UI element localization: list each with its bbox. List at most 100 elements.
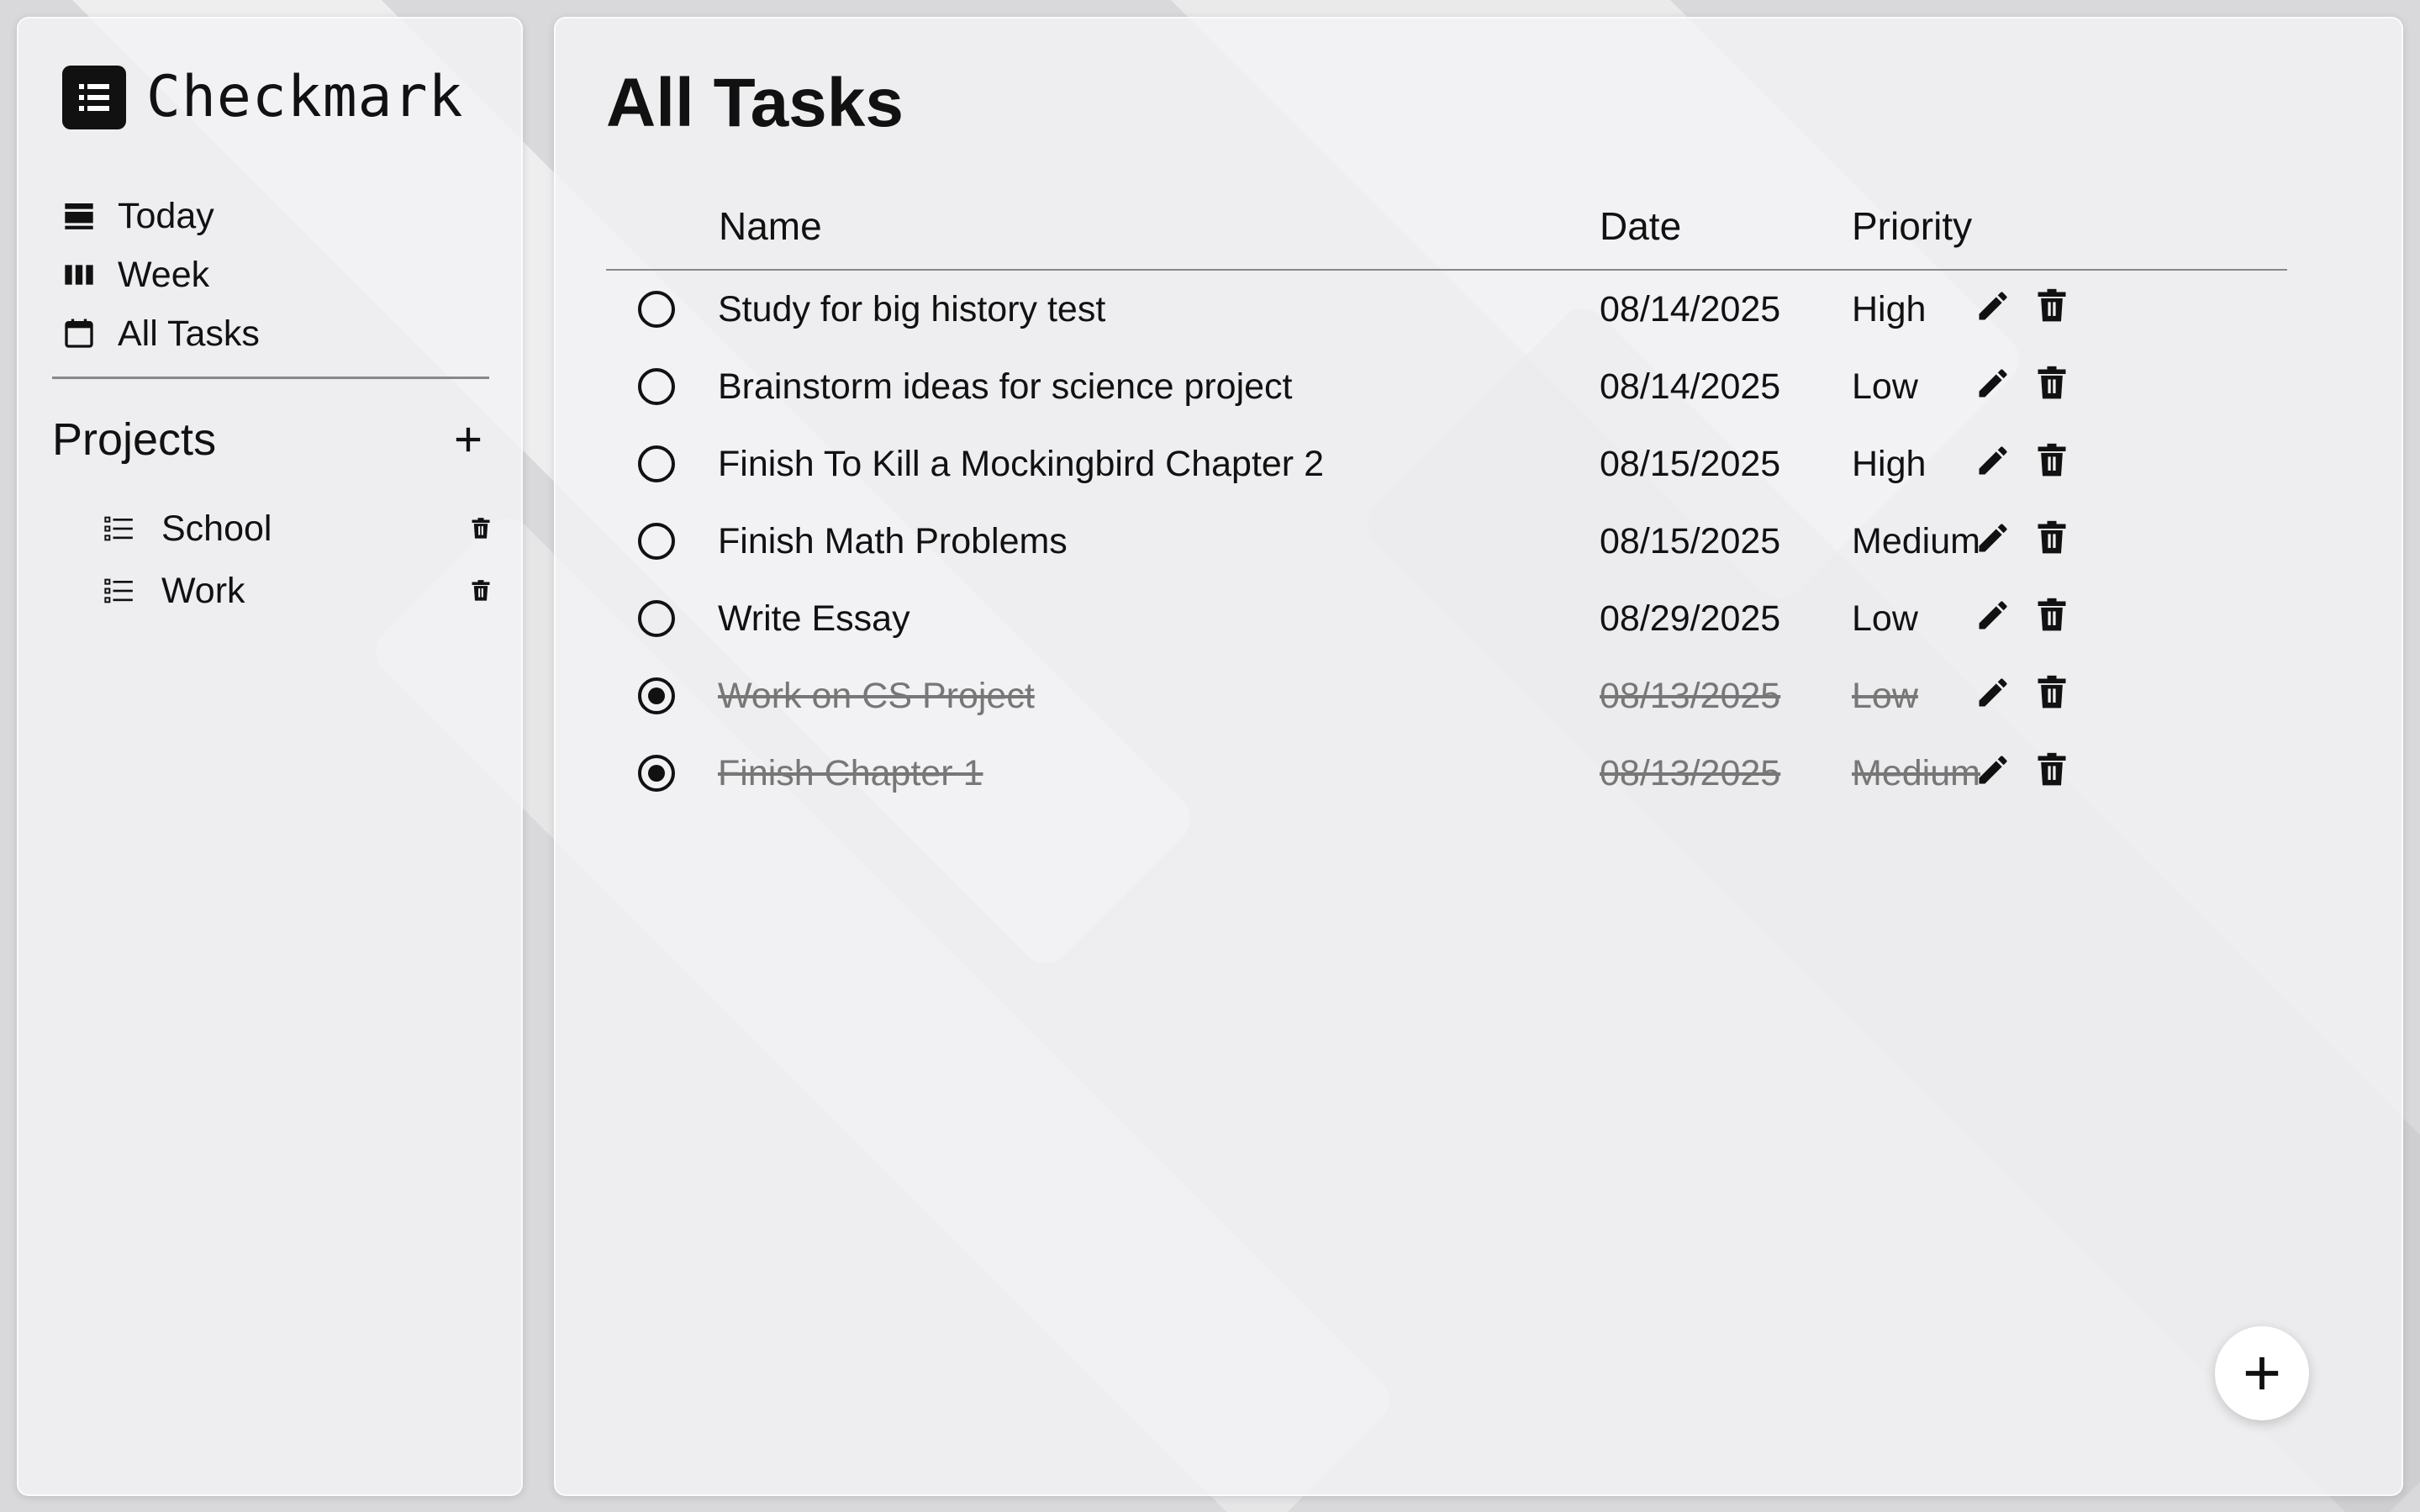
table-header: Name Date Priority xyxy=(606,187,2287,271)
delete-task-button[interactable] xyxy=(2030,672,2074,716)
trash-icon xyxy=(2033,287,2070,329)
nav-item-today[interactable]: Today xyxy=(62,187,508,245)
delete-project-button[interactable] xyxy=(464,574,498,608)
project-item-work[interactable]: Work xyxy=(103,560,498,622)
edit-task-button[interactable] xyxy=(1971,363,2015,407)
task-priority: Low xyxy=(1852,598,1918,639)
task-complete-radio[interactable] xyxy=(638,677,675,714)
task-name: Write Essay xyxy=(718,598,910,639)
table-row: Finish To Kill a Mockingbird Chapter 2 08… xyxy=(606,425,2287,503)
task-date: 08/15/2025 xyxy=(1600,521,1781,561)
main-panel: All Tasks Name Date Priority Study for b… xyxy=(554,17,2403,1496)
task-complete-radio[interactable] xyxy=(638,445,675,482)
delete-project-button[interactable] xyxy=(464,512,498,545)
delete-task-button[interactable] xyxy=(2030,595,2074,639)
plus-icon xyxy=(2245,1357,2279,1390)
calendar-icon xyxy=(62,317,96,350)
nav-label: Today xyxy=(118,195,214,236)
list-icon xyxy=(103,512,136,545)
edit-task-button[interactable] xyxy=(1971,595,2015,639)
projects-title: Projects xyxy=(52,414,217,465)
task-priority: Low xyxy=(1852,676,1918,716)
column-header-priority[interactable]: Priority xyxy=(1852,203,1972,249)
column-header-date[interactable]: Date xyxy=(1600,203,1681,249)
task-complete-radio[interactable] xyxy=(638,368,675,405)
projects-header: Projects xyxy=(52,414,489,466)
trash-icon xyxy=(2033,597,2070,638)
project-label: School xyxy=(161,508,272,549)
table-row: Finish Chapter 1 08/13/2025 Medium xyxy=(606,735,2287,812)
task-priority: Medium xyxy=(1852,753,1980,793)
task-priority: Medium xyxy=(1852,521,1980,561)
task-complete-radio[interactable] xyxy=(638,755,675,792)
pencil-icon xyxy=(1974,674,2011,715)
task-priority: High xyxy=(1852,444,1927,484)
trash-icon xyxy=(2033,751,2070,793)
table-row: Work on CS Project 08/13/2025 Low xyxy=(606,657,2287,735)
nav-item-week[interactable]: Week xyxy=(62,245,508,304)
table-row: Finish Math Problems 08/15/2025 Medium xyxy=(606,503,2287,580)
column-header-name[interactable]: Name xyxy=(719,203,822,249)
week-icon xyxy=(62,258,96,292)
task-date: 08/14/2025 xyxy=(1600,366,1781,407)
task-name: Work on CS Project xyxy=(718,676,1035,716)
task-name: Study for big history test xyxy=(718,289,1106,329)
nav-item-all-tasks[interactable]: All Tasks xyxy=(62,304,508,363)
trash-icon xyxy=(2033,442,2070,483)
edit-task-button[interactable] xyxy=(1971,672,2015,716)
sidebar-divider xyxy=(52,377,489,379)
edit-task-button[interactable] xyxy=(1971,518,2015,561)
pencil-icon xyxy=(1974,597,2011,638)
plus-icon xyxy=(456,427,481,452)
project-item-school[interactable]: School xyxy=(103,498,498,560)
task-complete-radio[interactable] xyxy=(638,600,675,637)
edit-task-button[interactable] xyxy=(1971,750,2015,793)
pencil-icon xyxy=(1974,442,2011,483)
delete-task-button[interactable] xyxy=(2030,363,2074,407)
project-list: School Work xyxy=(103,498,498,622)
delete-task-button[interactable] xyxy=(2030,286,2074,329)
task-priority: High xyxy=(1852,289,1927,329)
task-name: Brainstorm ideas for science project xyxy=(718,366,1293,407)
project-label: Work xyxy=(161,570,245,611)
pencil-icon xyxy=(1974,287,2011,329)
table-row: Write Essay 08/29/2025 Low xyxy=(606,580,2287,657)
task-date: 08/13/2025 xyxy=(1600,753,1781,793)
add-task-button[interactable] xyxy=(2215,1326,2309,1420)
pencil-icon xyxy=(1974,751,2011,793)
trash-icon xyxy=(2033,674,2070,715)
nav-label: All Tasks xyxy=(118,313,260,354)
list-logo-icon xyxy=(62,65,126,129)
trash-icon xyxy=(2033,519,2070,561)
pencil-icon xyxy=(1974,519,2011,561)
pencil-icon xyxy=(1974,365,2011,406)
trash-icon xyxy=(2033,365,2070,406)
task-date: 08/14/2025 xyxy=(1600,289,1781,329)
task-date: 08/13/2025 xyxy=(1600,676,1781,716)
table-row: Study for big history test 08/14/2025 High xyxy=(606,271,2287,348)
main-nav: Today Week All Tasks xyxy=(62,187,508,363)
today-icon xyxy=(62,199,96,233)
task-rows: Study for big history test 08/14/2025 High… xyxy=(606,271,2287,812)
task-table: Name Date Priority Study for big history… xyxy=(606,187,2287,812)
nav-label: Week xyxy=(118,254,210,295)
task-name: Finish To Kill a Mockingbird Chapter 2 xyxy=(718,444,1324,484)
trash-icon xyxy=(472,518,490,539)
list-icon xyxy=(103,574,136,608)
task-name: Finish Chapter 1 xyxy=(718,753,983,793)
task-date: 08/15/2025 xyxy=(1600,444,1781,484)
trash-icon xyxy=(472,580,490,601)
task-name: Finish Math Problems xyxy=(718,521,1068,561)
app-logo[interactable]: Checkmark xyxy=(62,64,463,130)
edit-task-button[interactable] xyxy=(1971,440,2015,484)
delete-task-button[interactable] xyxy=(2030,518,2074,561)
task-complete-radio[interactable] xyxy=(638,523,675,560)
delete-task-button[interactable] xyxy=(2030,440,2074,484)
add-project-button[interactable] xyxy=(447,419,489,461)
task-priority: Low xyxy=(1852,366,1918,407)
page-title: All Tasks xyxy=(606,65,904,141)
table-row: Brainstorm ideas for science project 08/1… xyxy=(606,348,2287,425)
delete-task-button[interactable] xyxy=(2030,750,2074,793)
task-complete-radio[interactable] xyxy=(638,291,675,328)
edit-task-button[interactable] xyxy=(1971,286,2015,329)
